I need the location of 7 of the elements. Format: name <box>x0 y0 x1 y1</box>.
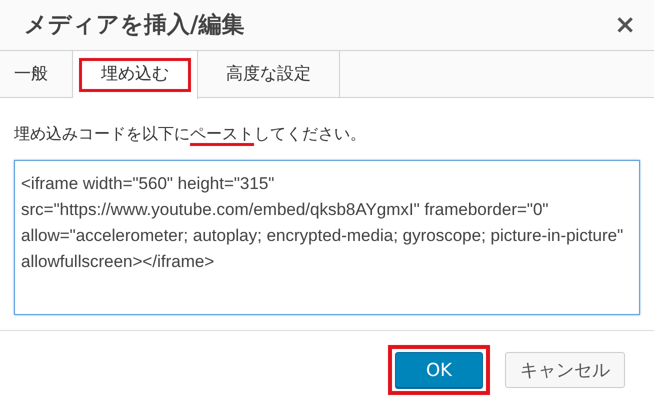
instruction-text: 埋め込みコードを以下にペースト してください。 <box>14 122 654 146</box>
ok-button[interactable]: OK <box>388 345 490 395</box>
embed-code-field[interactable]: <iframe width="560" height="315" src="https://www.youtube.com/embed/qksb8AYgmxI" frameborder="0" allow="accelerometer; autoplay; encrypted-media; gyroscope; picture-in-picture" allowfullscreen></iframe> <box>14 160 640 315</box>
dialog-title: メディアを挿入/編集 <box>24 10 244 40</box>
tab[interactable]: 埋め込む <box>73 51 198 99</box>
tab[interactable]: 高度な設定 <box>198 51 340 98</box>
close-button[interactable]: × <box>614 12 636 38</box>
